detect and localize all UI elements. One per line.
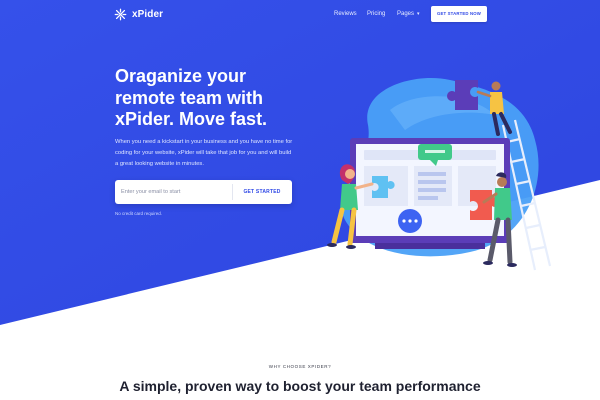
get-started-now-button[interactable]: GET STARTED NOW [431, 6, 487, 22]
chat-dot [408, 219, 412, 223]
monitor-line [418, 172, 446, 176]
get-started-button[interactable]: GET STARTED [232, 180, 292, 204]
nav-link-pages-label: Pages [397, 11, 415, 17]
bubble-line [425, 150, 445, 153]
hero-illustration [327, 77, 552, 271]
nav-link-pages[interactable]: Pages ▾ [397, 11, 420, 17]
chevron-down-icon: ▾ [417, 11, 420, 17]
hero-subtext: When you need a kickstart in your busine… [115, 139, 293, 167]
brand-logo[interactable]: xPider [114, 8, 163, 21]
monitor-stand [375, 243, 485, 249]
monitor-line [418, 196, 438, 200]
nav-link-reviews[interactable]: Reviews [334, 11, 357, 17]
fineprint-note: No credit card required. [115, 211, 163, 216]
monitor-line [418, 180, 446, 184]
section-eyebrow: WHY CHOOSE XPIDER? [268, 364, 332, 369]
nav-link-pricing[interactable]: Pricing [367, 11, 385, 17]
email-signup-form: GET STARTED [115, 180, 292, 204]
email-input[interactable] [121, 185, 226, 199]
section-title: A simple, proven way to boost your team … [119, 378, 481, 394]
chat-dot [414, 219, 418, 223]
logo-mark-icon [114, 8, 127, 21]
chat-dot [402, 219, 406, 223]
hero-headline: Oraganize your remote team with xPider. … [115, 66, 268, 129]
top-navigation: xPider Reviews Pricing Pages ▾ GET START… [0, 0, 600, 30]
monitor-line [418, 188, 446, 192]
brand-name: xPider [132, 9, 164, 20]
